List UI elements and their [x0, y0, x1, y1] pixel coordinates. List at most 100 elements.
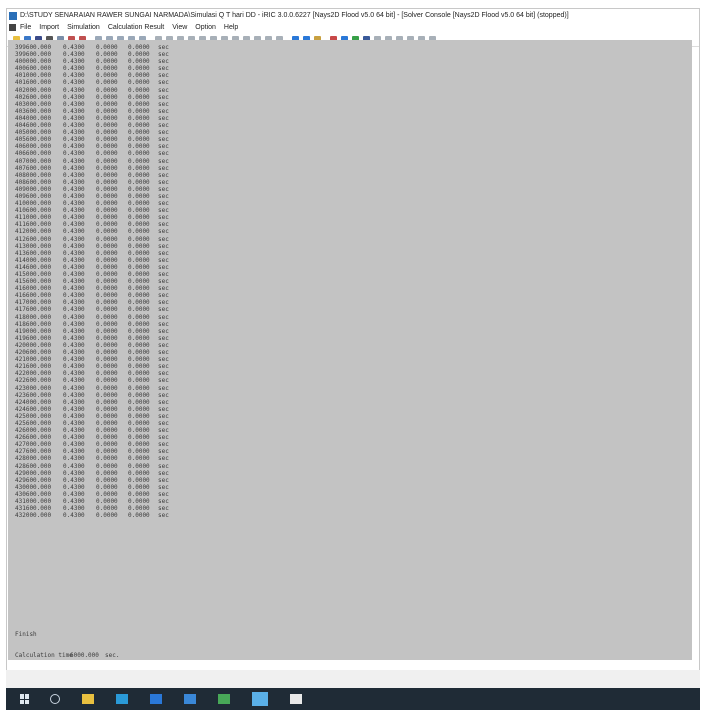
menu-simulation[interactable]: Simulation — [67, 24, 100, 31]
console-cell-unit: sec — [158, 505, 169, 513]
console-cell-unit: sec — [158, 171, 169, 179]
console-cell-time: 402000.000 — [15, 86, 52, 94]
console-row: 420000.000 0.4300 0.0000 0.0000 sec — [15, 342, 169, 349]
console-cell-v3: 0.0000 — [128, 405, 150, 413]
console-cell-v3: 0.0000 — [128, 391, 150, 399]
console-cell-time: 402600.000 — [15, 93, 52, 101]
console-cell-time: 410000.000 — [15, 200, 52, 208]
console-cell-v3: 0.0000 — [128, 505, 150, 513]
console-cell-time: 409000.000 — [15, 185, 52, 193]
summary-row: Calculation time6000.000 sec. — [15, 652, 119, 659]
console-row: 404600.000 0.4300 0.0000 0.0000 sec — [15, 122, 169, 129]
windows-start-icon[interactable] — [20, 694, 30, 704]
console-cell-time: 412000.000 — [15, 228, 52, 236]
camera-app-icon[interactable] — [290, 694, 302, 704]
solver-console[interactable]: 399600.000 0.4300 0.0000 0.0000 sec 399600.00… — [8, 40, 692, 660]
console-cell-v1: 0.4300 — [63, 65, 85, 73]
menu-file[interactable]: File — [20, 24, 31, 31]
console-cell-unit: sec — [158, 292, 169, 300]
console-cell-unit: sec — [158, 249, 169, 257]
console-cell-unit: sec — [158, 242, 169, 250]
console-row: 429000.000 0.4300 0.0000 0.0000 sec — [15, 470, 169, 477]
console-cell-v2: 0.0000 — [96, 356, 118, 364]
console-cell-time: 423000.000 — [15, 384, 52, 392]
console-cell-time: 400600.000 — [15, 65, 52, 73]
console-cell-unit: sec — [158, 498, 169, 505]
console-cell-v3: 0.0000 — [128, 150, 150, 158]
console-cell-v2: 0.0000 — [96, 462, 118, 470]
menu-app-icon[interactable] — [9, 24, 16, 31]
console-cell-v3: 0.0000 — [128, 455, 150, 463]
console-cell-v2: 0.0000 — [96, 114, 118, 122]
console-cell-time: 414600.000 — [15, 263, 52, 271]
console-cell-unit: sec — [158, 157, 169, 165]
console-cell-v1: 0.4300 — [63, 228, 85, 236]
console-cell-time: 420000.000 — [15, 341, 52, 349]
console-cell-v1: 0.4300 — [63, 476, 85, 484]
console-cell-v3: 0.0000 — [128, 214, 150, 222]
console-cell-v1: 0.4300 — [63, 370, 85, 378]
console-cell-v1: 0.4300 — [63, 490, 85, 498]
console-row: 407600.000 0.4300 0.0000 0.0000 sec — [15, 165, 169, 172]
console-cell-v1: 0.4300 — [63, 349, 85, 357]
chrome-icon[interactable] — [218, 694, 230, 704]
console-cell-v1: 0.4300 — [63, 192, 85, 200]
console-cell-v3: 0.0000 — [128, 356, 150, 364]
console-cell-time: 406600.000 — [15, 150, 52, 158]
console-row: 416000.000 0.4300 0.0000 0.0000 sec — [15, 285, 169, 292]
console-cell-v3: 0.0000 — [128, 114, 150, 122]
console-cell-v3: 0.0000 — [128, 334, 150, 342]
console-cell-unit: sec — [158, 476, 169, 484]
console-row: 423600.000 0.4300 0.0000 0.0000 sec — [15, 392, 169, 399]
menu-calculation-result[interactable]: Calculation Result — [108, 24, 164, 31]
console-cell-time: 428000.000 — [15, 455, 52, 463]
console-cell-v1: 0.4300 — [63, 221, 85, 229]
console-cell-v2: 0.0000 — [96, 44, 118, 51]
store-icon[interactable] — [184, 694, 196, 704]
console-cell-unit: sec — [158, 150, 169, 158]
console-cell-v1: 0.4300 — [63, 398, 85, 406]
console-cell-v1: 0.4300 — [63, 363, 85, 371]
console-cell-time: 399600.000 — [15, 44, 52, 51]
console-cell-v1: 0.4300 — [63, 171, 85, 179]
console-cell-time: 399600.000 — [15, 51, 52, 59]
console-cell-v3: 0.0000 — [128, 476, 150, 484]
console-cell-time: 411600.000 — [15, 221, 52, 229]
console-cell-v1: 0.4300 — [63, 313, 85, 321]
console-cell-time: 427000.000 — [15, 441, 52, 449]
console-cell-time: 431000.000 — [15, 498, 52, 505]
menu-option[interactable]: Option — [195, 24, 216, 31]
console-cell-unit: sec — [158, 469, 169, 477]
menu-import[interactable]: Import — [39, 24, 59, 31]
console-cell-unit: sec — [158, 185, 169, 193]
console-cell-time: 403600.000 — [15, 107, 52, 115]
console-cell-unit: sec — [158, 490, 169, 498]
console-cell-v2: 0.0000 — [96, 143, 118, 151]
console-cell-time: 419000.000 — [15, 327, 52, 335]
console-cell-v2: 0.0000 — [96, 292, 118, 300]
console-cell-v3: 0.0000 — [128, 370, 150, 378]
menu-help[interactable]: Help — [224, 24, 238, 31]
menu-view[interactable]: View — [172, 24, 187, 31]
file-explorer-icon[interactable] — [82, 694, 94, 704]
iric-app-icon[interactable] — [252, 692, 268, 706]
console-cell-time: 411000.000 — [15, 214, 52, 222]
title-bar[interactable]: D:\STUDY SENARAIAN RAWER SUNGAI NARMADA\… — [7, 9, 699, 22]
console-cell-unit: sec — [158, 122, 169, 130]
console-cell-v3: 0.0000 — [128, 412, 150, 420]
console-cell-v2: 0.0000 — [96, 171, 118, 179]
console-row: 417000.000 0.4300 0.0000 0.0000 sec — [15, 299, 169, 306]
console-cell-v2: 0.0000 — [96, 483, 118, 491]
console-row: 415000.000 0.4300 0.0000 0.0000 sec — [15, 271, 169, 278]
console-row: 411600.000 0.4300 0.0000 0.0000 sec — [15, 221, 169, 228]
console-cell-v2: 0.0000 — [96, 476, 118, 484]
edge-browser-icon[interactable] — [116, 694, 128, 704]
console-row: 422000.000 0.4300 0.0000 0.0000 sec — [15, 370, 169, 377]
console-row: 426000.000 0.4300 0.0000 0.0000 sec — [15, 427, 169, 434]
summary-unit: sec. — [105, 652, 120, 660]
console-cell-time: 400000.000 — [15, 58, 52, 66]
search-icon[interactable] — [50, 694, 60, 704]
console-cell-time: 404600.000 — [15, 122, 52, 130]
console-cell-time: 405600.000 — [15, 136, 52, 144]
mail-icon[interactable] — [150, 694, 162, 704]
